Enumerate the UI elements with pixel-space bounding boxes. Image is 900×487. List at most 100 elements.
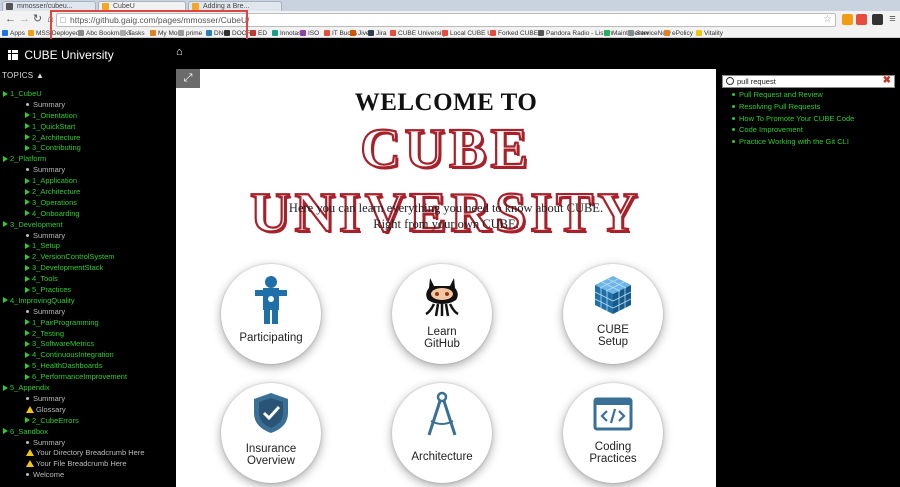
bookmark-item[interactable]: Vitality — [696, 29, 724, 37]
toc-item[interactable]: 1_Application — [0, 176, 170, 187]
toc-item[interactable]: 2_Testing — [0, 329, 170, 340]
toc-label: Summary — [33, 165, 66, 175]
toc-item[interactable]: 4_ContinuousIntegration — [0, 350, 170, 361]
toc-item[interactable]: 3_Operations — [0, 198, 170, 209]
toc-item[interactable]: 4_Onboarding — [0, 209, 170, 220]
bookmark-item[interactable]: CUBE University — [390, 29, 446, 37]
bookmark-item[interactable]: ePolicy — [664, 29, 693, 37]
toc-item[interactable]: 5_Practices — [0, 285, 170, 296]
toc-item[interactable]: Your File Breadcrumb Here — [0, 459, 170, 470]
search-result[interactable]: Practice Working with the Git CLI — [732, 136, 897, 148]
search-result[interactable]: Pull Request and Review — [732, 89, 897, 101]
toc-section[interactable]: 5_Appendix — [0, 383, 170, 394]
extension-icon[interactable] — [842, 14, 853, 25]
toc-item[interactable]: Summary — [0, 165, 170, 176]
toc-item[interactable]: 4_Tools — [0, 274, 170, 285]
bookmark-item[interactable]: Apps — [2, 29, 25, 37]
expand-icon[interactable]: ⤢ — [176, 69, 200, 88]
bookmark-item[interactable]: Pandora Radio - Listen — [538, 29, 613, 37]
toc-section[interactable]: 1_CubeU — [0, 89, 170, 100]
bookmark-item[interactable]: ISO — [300, 29, 319, 37]
toc-label: 5_Practices — [32, 285, 72, 295]
bookmark-icon — [368, 30, 374, 36]
bookmark-item[interactable]: Innotas — [272, 29, 301, 37]
toc-label: Glossary — [36, 404, 66, 414]
toc-section[interactable]: 4_ImprovingQuality — [0, 296, 170, 307]
card-label: GitHub — [424, 338, 460, 350]
bookmark-item[interactable]: Local CUBE U — [442, 29, 492, 37]
search-result[interactable]: How To Promote Your CUBE Code — [732, 113, 897, 125]
search-result[interactable]: Code Improvement — [732, 124, 897, 136]
toc-item[interactable]: 1_PairProgramming — [0, 318, 170, 329]
card-cube-setup[interactable]: CUBE Setup — [563, 264, 663, 364]
toc-item[interactable]: 6_PerformanceImprovement — [0, 372, 170, 383]
toc-item[interactable]: 3_DevelopmentStack — [0, 263, 170, 274]
search-results: Pull Request and Review Resolving Pull Re… — [732, 89, 897, 148]
toc-section[interactable]: 3_Development — [0, 220, 170, 231]
back-icon[interactable]: ← — [4, 13, 17, 26]
toc-section[interactable]: 6_Sandbox — [0, 427, 170, 438]
caret-right-icon — [25, 351, 30, 358]
reload-icon[interactable]: ↻ — [31, 13, 44, 26]
toc-item[interactable]: 3_Contributing — [0, 143, 170, 154]
tab-label: CubeU — [113, 3, 135, 10]
bullet-icon — [26, 168, 29, 172]
tab-label: Adding a Bre... — [203, 3, 250, 10]
toc-label: 3_Development — [10, 219, 63, 229]
topics-toggle[interactable]: TOPICS ▲ — [2, 71, 44, 80]
extension-icon[interactable] — [872, 14, 883, 25]
home-icon[interactable]: ⌂ — [176, 47, 187, 58]
bookmark-star-icon[interactable]: ☆ — [823, 14, 832, 25]
toc-item[interactable]: 2_CubeErrors — [0, 416, 170, 427]
toc-item[interactable]: 5_HealthDashboards — [0, 361, 170, 372]
search-panel: ✖ Pull Request and Review Resolving Pull … — [716, 69, 900, 487]
code-window-icon — [593, 397, 633, 431]
toc-item[interactable]: Glossary — [0, 405, 170, 416]
toc-item[interactable]: 2_Architecture — [0, 187, 170, 198]
card-insurance-overview[interactable]: Insurance Overview — [221, 383, 321, 483]
bookmark-item[interactable]: Jive — [350, 29, 370, 37]
toc-item[interactable]: 1_Orientation — [0, 111, 170, 122]
bookmark-icon — [664, 30, 670, 36]
brand[interactable]: CUBE University — [8, 48, 114, 62]
toc-item[interactable]: Welcome — [0, 470, 170, 481]
app-header: CUBE University ⌂ — [0, 39, 900, 69]
card-label: CUBE — [597, 324, 629, 336]
toc-label: 5_Appendix — [10, 383, 50, 393]
extension-icon[interactable] — [856, 14, 867, 25]
toc-item[interactable]: 2_Architecture — [0, 133, 170, 144]
card-coding-practices[interactable]: Coding Practices — [563, 383, 663, 483]
toc-label: 1_Application — [32, 176, 78, 186]
card-learn-github[interactable]: Learn GitHub — [392, 264, 492, 364]
bookmark-item[interactable]: Forked CUBE U — [490, 29, 545, 37]
topics-label: TOPICS — [2, 71, 34, 80]
toc-section[interactable]: 2_Platform — [0, 154, 170, 165]
card-architecture[interactable]: Architecture — [392, 383, 492, 483]
result-label: Code Improvement — [739, 125, 803, 135]
toc-item[interactable]: Summary — [0, 307, 170, 318]
toc-item[interactable]: Your Directory Breadcrumb Here — [0, 448, 170, 459]
toc-item[interactable]: 2_VersionControlSystem — [0, 252, 170, 263]
menu-icon[interactable]: ≡ — [886, 13, 899, 26]
clear-search-icon[interactable]: ✖ — [883, 75, 891, 87]
toc-label: 1_PairProgramming — [32, 317, 99, 327]
search-result[interactable]: Resolving Pull Requests — [732, 101, 897, 113]
bookmark-label: Vitality — [704, 30, 724, 37]
bookmark-item[interactable]: Jira — [368, 29, 386, 37]
card-label: Setup — [597, 336, 629, 348]
card-participating[interactable]: Participating — [221, 264, 321, 364]
toc-item[interactable]: 1_QuickStart — [0, 122, 170, 133]
toc-item[interactable]: 3_SoftwareMetrics — [0, 339, 170, 350]
bullet-icon — [732, 128, 735, 132]
caret-right-icon — [25, 210, 30, 217]
toc-label: 2_Architecture — [32, 132, 81, 142]
forward-icon[interactable]: → — [18, 13, 31, 26]
toc-item[interactable]: Summary — [0, 231, 170, 242]
caret-right-icon — [3, 297, 8, 304]
bookmark-item[interactable]: ED — [250, 29, 267, 37]
search-input[interactable] — [737, 76, 877, 87]
toc-item[interactable]: 1_Setup — [0, 241, 170, 252]
toc-item[interactable]: Summary — [0, 394, 170, 405]
toc-item[interactable]: Summary — [0, 438, 170, 449]
toc-item[interactable]: Summary — [0, 100, 170, 111]
